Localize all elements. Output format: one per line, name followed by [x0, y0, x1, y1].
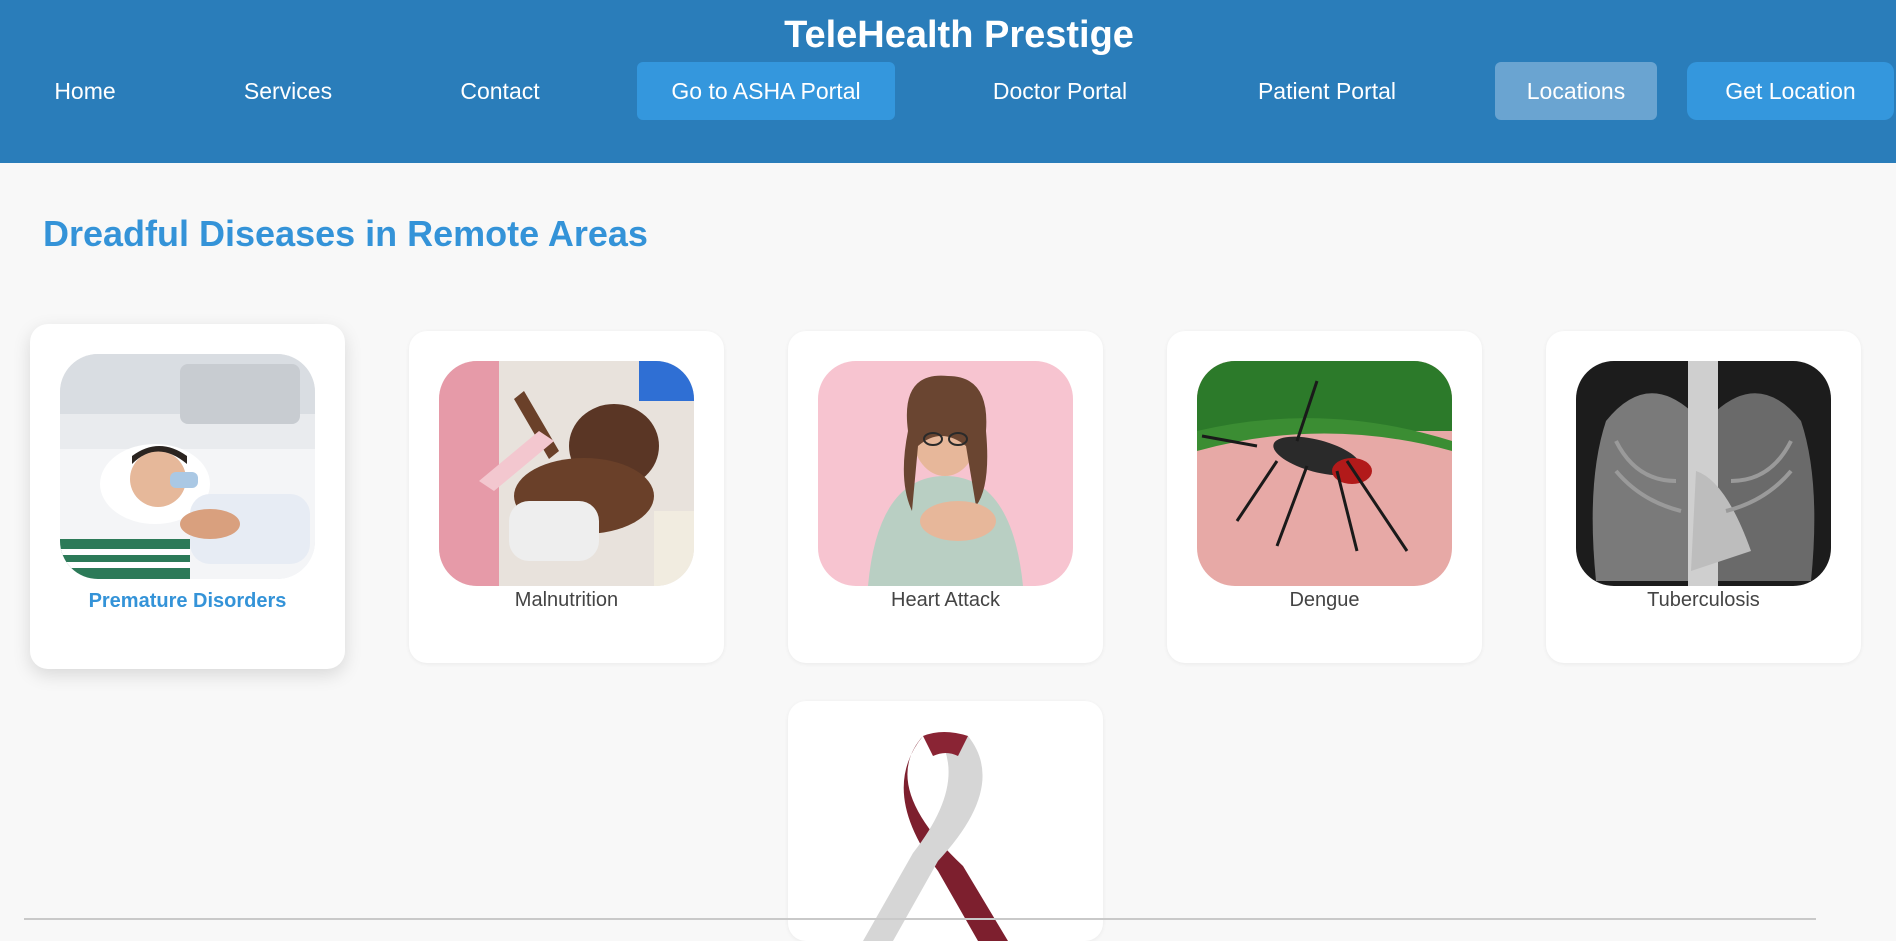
nav-home[interactable]: Home — [33, 62, 137, 120]
infant-hospital-photo — [60, 354, 315, 579]
chest-pain-photo — [818, 361, 1073, 586]
card-label: Premature Disorders — [88, 590, 287, 612]
disease-card-dengue[interactable]: Dengue — [1167, 331, 1482, 663]
mosquito-photo — [1197, 361, 1452, 586]
get-location-button[interactable]: Get Location — [1687, 62, 1894, 120]
disease-card-tuberculosis[interactable]: Tuberculosis — [1546, 331, 1861, 663]
chest-xray-photo — [1576, 361, 1831, 586]
section-heading: Dreadful Diseases in Remote Areas — [43, 213, 648, 254]
disease-card-premature-disorders[interactable]: Premature Disorders — [30, 324, 345, 669]
site-title: TeleHealth Prestige — [784, 14, 1134, 56]
disease-card-ribbon[interactable] — [788, 701, 1103, 941]
nav-services[interactable]: Services — [226, 62, 350, 120]
disease-card-heart-attack[interactable]: Heart Attack — [788, 331, 1103, 663]
malnourished-child-photo — [439, 361, 694, 586]
nav-contact[interactable]: Contact — [440, 62, 560, 120]
awareness-ribbon-photo — [818, 731, 1073, 941]
nav-patient-portal[interactable]: Patient Portal — [1240, 62, 1414, 120]
nav-doctor-portal[interactable]: Doctor Portal — [970, 62, 1150, 120]
card-label: Tuberculosis — [1647, 589, 1760, 611]
disease-card-malnutrition[interactable]: Malnutrition — [409, 331, 724, 663]
card-label: Malnutrition — [514, 589, 619, 611]
card-label: Heart Attack — [891, 589, 1000, 611]
nav-asha-portal-button[interactable]: Go to ASHA Portal — [637, 62, 895, 120]
site-header: TeleHealth Prestige Home Services Contac… — [0, 0, 1896, 163]
card-label: Dengue — [1289, 589, 1360, 611]
nav-locations[interactable]: Locations — [1495, 62, 1657, 120]
